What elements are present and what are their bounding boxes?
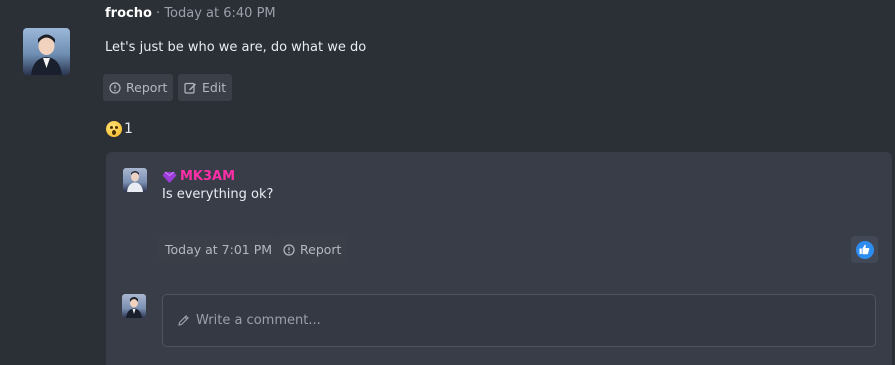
report-label: Report — [126, 80, 168, 95]
post-timestamp[interactable]: Today at 6:40 PM — [164, 6, 275, 21]
comment-timestamp-label: Today at 7:01 PM — [165, 242, 273, 257]
post-author-avatar[interactable] — [23, 28, 70, 75]
comment-author-name: MK3AM — [180, 169, 236, 184]
edit-button[interactable]: Edit — [178, 74, 233, 101]
comment-report-button[interactable]: Report — [277, 236, 348, 263]
post-header: frocho · Today at 6:40 PM — [105, 6, 276, 21]
alert-circle-icon — [283, 243, 295, 256]
comment-author[interactable]: MK3AM — [162, 169, 235, 184]
like-button[interactable] — [851, 236, 878, 263]
current-user-avatar — [122, 294, 146, 318]
post-author-name[interactable]: frocho — [105, 6, 152, 21]
alert-circle-icon — [109, 81, 121, 94]
comment-report-label: Report — [300, 242, 342, 257]
thumbs-up-icon — [855, 240, 874, 259]
reaction-summary[interactable]: 1 — [106, 121, 133, 137]
post-body: Let's just be who we are, do what we do — [105, 40, 367, 55]
header-separator: · — [156, 6, 161, 21]
comment-input-placeholder: Write a comment... — [196, 313, 321, 328]
edit-icon — [184, 82, 196, 94]
comment-author-avatar[interactable] — [123, 168, 147, 192]
report-button[interactable]: Report — [103, 74, 174, 101]
gem-badge-icon — [162, 171, 177, 183]
comment-section: MK3AM Is everything ok? Today at 7:01 PM… — [106, 152, 892, 365]
astonished-face-icon — [106, 121, 122, 137]
comment-timestamp[interactable]: Today at 7:01 PM — [159, 236, 279, 263]
comment-body: Is everything ok? — [162, 187, 274, 202]
edit-label: Edit — [202, 80, 227, 95]
comment-input[interactable]: Write a comment... — [162, 294, 876, 347]
pencil-icon — [178, 315, 189, 326]
reaction-count: 1 — [124, 121, 133, 137]
